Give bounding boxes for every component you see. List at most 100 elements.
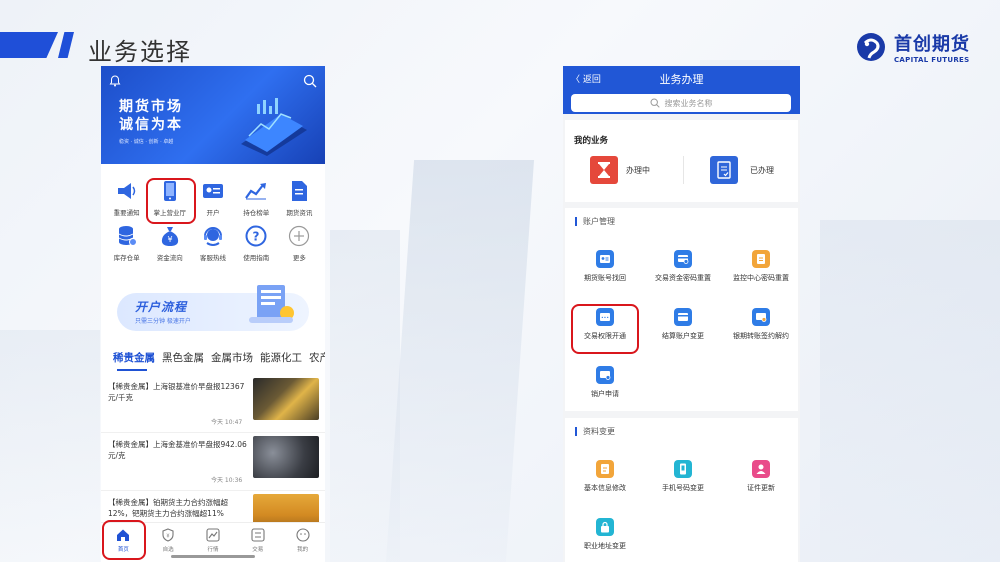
home-indicator — [171, 555, 255, 558]
money-bag-icon: ¥ — [159, 225, 181, 247]
service-id-update[interactable]: 证件更新 — [731, 460, 791, 493]
business-handling-screen: 〈 返回 业务办理 搜索业务名称 我的业务 办理中 已办理 账户管理 期货账号找… — [563, 66, 800, 562]
trade-icon — [251, 528, 265, 542]
user-card-icon — [752, 460, 770, 478]
search-icon — [649, 98, 660, 108]
section-title-data-change: 资料变更 — [575, 427, 615, 436]
plus-icon — [288, 225, 310, 247]
flow-title: 开户流程 — [135, 300, 188, 314]
banner-slogan: 稳资 · 诚信 · 创新 · 卓越 — [119, 139, 174, 145]
grid-item-warehouse-receipt[interactable]: 库存仓单 — [105, 225, 148, 262]
screen-title: 业务办理 — [659, 73, 704, 86]
chart-icon — [245, 180, 267, 202]
tab-energy-chemical[interactable]: 能源化工 — [260, 350, 302, 372]
news-thumbnail-gold — [253, 378, 319, 420]
mobile-icon — [674, 460, 692, 478]
flow-illustration — [249, 285, 294, 323]
my-business-title: 我的业务 — [574, 136, 609, 146]
wallet-icon — [674, 308, 692, 326]
news-time: 今天 10:36 — [211, 477, 243, 484]
divider — [683, 156, 684, 184]
service-monitor-password-reset[interactable]: 监控中心密码重置 — [731, 250, 791, 283]
service-account-closure[interactable]: 销户申请 — [575, 366, 635, 399]
news-text: 【稀贵金属】上海银基准价早盘报12367元/千克 — [108, 382, 245, 402]
megaphone-icon — [116, 180, 138, 202]
news-text: 【稀贵金属】上海金基准价早盘报942.06元/克 — [108, 440, 247, 460]
highlight-trading-permission — [571, 304, 639, 354]
highlight-mobile-hall — [146, 178, 196, 224]
search-input[interactable]: 搜索业务名称 — [571, 94, 791, 112]
news-time: 今天 10:47 — [211, 419, 243, 426]
bell-icon[interactable] — [109, 75, 121, 87]
background-building — [330, 230, 400, 562]
feature-grid: 重要通知 掌上营业厅 开户 持仓榜单 期货资讯 库存仓单 ¥ 资金流向 客服热线 — [101, 164, 325, 262]
in-progress-button[interactable]: 办理中 — [590, 156, 650, 184]
svg-text:¥: ¥ — [167, 235, 172, 244]
service-fund-password-reset[interactable]: 交易资金密码重置 — [653, 250, 713, 283]
grid-item-notice[interactable]: 重要通知 — [105, 180, 148, 217]
logo-mark-icon — [856, 32, 886, 62]
banner-headline-2: 诚信为本 — [119, 117, 183, 133]
in-progress-label: 办理中 — [626, 165, 650, 175]
svg-text:¥: ¥ — [167, 534, 170, 540]
app-header: 〈 返回 业务办理 搜索业务名称 — [563, 66, 800, 114]
news-item[interactable]: 【稀贵金属】上海金基准价早盘报942.06元/克 今天 10:36 — [101, 433, 325, 491]
home-banner[interactable]: 期货市场 诚信为本 稳资 · 诚信 · 创新 · 卓越 — [101, 66, 325, 164]
database-icon — [116, 225, 138, 247]
headset-icon — [202, 225, 224, 247]
logo-chinese-name: 首创期货 — [894, 34, 970, 55]
company-logo: 首创期货 CAPITAL FUTURES — [856, 30, 970, 64]
id-card-icon — [596, 250, 614, 268]
grid-item-futures-news[interactable]: 期货资讯 — [278, 180, 321, 217]
checklist-icon — [710, 156, 738, 184]
lock-icon — [596, 518, 614, 536]
completed-label: 已办理 — [750, 165, 774, 175]
tab-agriculture[interactable]: 农产 — [309, 350, 325, 372]
card-lock-icon — [674, 250, 692, 268]
service-bank-futures-transfer[interactable]: 银期转账签约解约 — [731, 308, 791, 341]
completed-button[interactable]: 已办理 — [710, 156, 774, 184]
grid-item-open-account[interactable]: 开户 — [191, 180, 234, 217]
banner-headline-1: 期货市场 — [119, 99, 183, 115]
background-building — [385, 160, 535, 562]
my-business-card: 我的业务 办理中 已办理 — [565, 120, 798, 202]
news-thumbnail-ore — [253, 436, 319, 478]
nav-mine[interactable]: 我的 — [288, 528, 318, 562]
grid-item-user-guide[interactable]: ? 使用指南 — [235, 225, 278, 262]
banner-phone-illustration — [241, 98, 307, 156]
grid-item-fund-flow[interactable]: ¥ 资金流向 — [148, 225, 191, 262]
service-phone-change[interactable]: 手机号码变更 — [653, 460, 713, 493]
tab-ferrous-metals[interactable]: 黑色金属 — [162, 350, 204, 372]
title-accent-bars — [0, 32, 80, 58]
hourglass-icon — [590, 156, 618, 184]
tab-metal-market[interactable]: 金属市场 — [211, 350, 253, 372]
bank-card-icon — [752, 308, 770, 326]
service-account-recovery[interactable]: 期货账号找回 — [575, 250, 635, 283]
id-card-icon — [202, 180, 224, 202]
flow-subtitle: 只需三分钟 极速开户 — [135, 318, 191, 325]
question-icon: ? — [245, 225, 267, 247]
clipboard-icon — [752, 250, 770, 268]
edit-doc-icon — [596, 460, 614, 478]
highlight-home-tab — [102, 520, 146, 560]
service-settlement-account-change[interactable]: 结算账户变更 — [653, 308, 713, 341]
document-icon — [288, 180, 310, 202]
news-text: 【稀贵金属】铂期货主力合约涨幅超12%，钯期货主力合约涨幅超11% — [108, 498, 228, 518]
shield-icon: ¥ — [162, 528, 174, 542]
background-building — [0, 330, 100, 562]
service-occupation-address-change[interactable]: 职业地址变更 — [575, 518, 635, 551]
grid-item-service-hotline[interactable]: 客服热线 — [191, 225, 234, 262]
app-home-screen: 期货市场 诚信为本 稳资 · 诚信 · 创新 · 卓越 重要通知 掌上营业厅 开… — [101, 66, 325, 562]
active-tab-indicator — [117, 369, 147, 371]
svg-text:?: ? — [253, 230, 260, 244]
profile-icon — [296, 528, 310, 542]
section-title-account: 账户管理 — [575, 217, 615, 226]
data-change-card: 资料变更 基本信息修改 手机号码变更 证件更新 职业地址变更 — [565, 418, 798, 562]
account-opening-flow-banner[interactable]: 开户流程 只需三分钟 极速开户 — [117, 285, 309, 331]
search-icon[interactable] — [303, 74, 317, 88]
news-item[interactable]: 【稀贵金属】上海银基准价早盘报12367元/千克 今天 10:47 — [101, 375, 325, 433]
grid-item-position-ranking[interactable]: 持仓榜单 — [235, 180, 278, 217]
service-basic-info-edit[interactable]: 基本信息修改 — [575, 460, 635, 493]
logo-english-name: CAPITAL FUTURES — [894, 56, 970, 64]
grid-item-more[interactable]: 更多 — [278, 225, 321, 262]
